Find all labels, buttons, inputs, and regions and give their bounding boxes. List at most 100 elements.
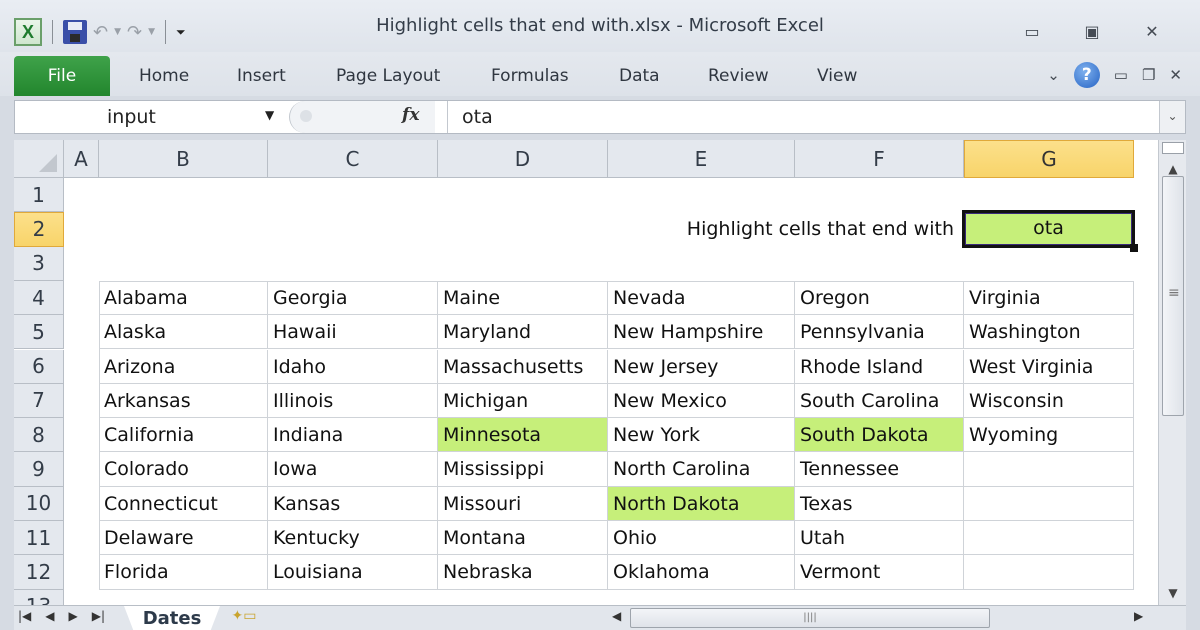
row-header-13[interactable]: 13 bbox=[14, 589, 64, 605]
table-cell[interactable]: Oklahoma bbox=[608, 555, 795, 590]
tab-home[interactable]: Home bbox=[139, 66, 189, 86]
table-cell[interactable]: Minnesota bbox=[438, 418, 608, 453]
tab-file[interactable]: File bbox=[14, 56, 110, 96]
column-header-g[interactable]: G bbox=[964, 140, 1134, 178]
column-header-c[interactable]: C bbox=[268, 140, 438, 178]
table-cell[interactable]: New Mexico bbox=[608, 383, 795, 419]
input-cell-g2[interactable]: ota bbox=[962, 210, 1135, 248]
table-cell[interactable]: Montana bbox=[438, 521, 608, 556]
sheet-tab-dates[interactable]: Dates bbox=[124, 606, 220, 630]
minimize-ribbon-icon[interactable]: ⌄ bbox=[1047, 66, 1060, 84]
table-cell[interactable]: South Dakota bbox=[795, 418, 964, 453]
scroll-up-icon[interactable]: ▲ bbox=[1159, 162, 1187, 176]
table-cell[interactable]: Massachusetts bbox=[438, 349, 608, 384]
insert-sheet-icon[interactable]: ✦▭ bbox=[224, 608, 264, 630]
row-header-5[interactable]: 5 bbox=[14, 315, 64, 350]
row-header-12[interactable]: 12 bbox=[14, 555, 64, 590]
first-sheet-icon[interactable]: |◀ bbox=[18, 609, 31, 623]
table-cell[interactable]: Colorado bbox=[99, 452, 268, 487]
column-header-b[interactable]: B bbox=[99, 140, 268, 178]
close-icon[interactable]: ✕ bbox=[1122, 22, 1182, 41]
table-cell[interactable]: New York bbox=[608, 418, 795, 453]
scroll-right-icon[interactable]: ▶ bbox=[1134, 609, 1143, 623]
table-cell[interactable]: Nevada bbox=[608, 280, 795, 316]
table-cell[interactable]: North Carolina bbox=[608, 452, 795, 487]
table-cell[interactable]: Oregon bbox=[795, 280, 964, 316]
table-cell[interactable]: Illinois bbox=[268, 383, 438, 419]
restore-icon[interactable]: ▣ bbox=[1062, 22, 1122, 41]
table-cell[interactable]: Rhode Island bbox=[795, 349, 964, 384]
table-cell[interactable]: Alabama bbox=[99, 280, 268, 316]
table-cell[interactable]: South Carolina bbox=[795, 383, 964, 419]
table-cell[interactable]: Virginia bbox=[964, 280, 1134, 316]
table-cell[interactable]: Indiana bbox=[268, 418, 438, 453]
table-cell[interactable]: Kansas bbox=[268, 486, 438, 521]
scroll-left-icon[interactable]: ◀ bbox=[612, 609, 621, 623]
table-cell[interactable]: Michigan bbox=[438, 383, 608, 419]
fill-handle[interactable] bbox=[1130, 243, 1138, 252]
table-cell[interactable]: Washington bbox=[964, 315, 1134, 350]
table-cell[interactable]: Pennsylvania bbox=[795, 315, 964, 350]
table-cell[interactable]: Iowa bbox=[268, 452, 438, 487]
select-all-button[interactable] bbox=[14, 140, 64, 178]
table-cell[interactable]: West Virginia bbox=[964, 349, 1134, 384]
vertical-scroll-thumb[interactable] bbox=[1162, 176, 1184, 416]
row-header-2[interactable]: 2 bbox=[14, 212, 64, 247]
formula-input[interactable]: ota bbox=[447, 101, 493, 133]
table-cell[interactable]: Maryland bbox=[438, 315, 608, 350]
table-cell[interactable]: Arkansas bbox=[99, 383, 268, 419]
table-cell[interactable]: Georgia bbox=[268, 280, 438, 316]
row-header-3[interactable]: 3 bbox=[14, 246, 64, 281]
resize-handle[interactable] bbox=[300, 110, 312, 122]
table-cell[interactable]: Hawaii bbox=[268, 315, 438, 350]
table-cell[interactable]: Vermont bbox=[795, 555, 964, 590]
row-header-10[interactable]: 10 bbox=[14, 486, 64, 521]
workbook-close-icon[interactable]: ✕ bbox=[1169, 66, 1182, 84]
tab-view[interactable]: View bbox=[817, 66, 857, 86]
minimize-icon[interactable]: ▭ bbox=[1002, 22, 1062, 41]
column-header-d[interactable]: D bbox=[438, 140, 608, 178]
column-header-f[interactable]: F bbox=[795, 140, 964, 178]
table-cell[interactable]: California bbox=[99, 418, 268, 453]
scroll-down-icon[interactable]: ▼ bbox=[1159, 586, 1187, 600]
workbook-minimize-icon[interactable]: ▭ bbox=[1114, 66, 1128, 84]
table-cell[interactable]: Arizona bbox=[99, 349, 268, 384]
table-cell[interactable]: New Hampshire bbox=[608, 315, 795, 350]
row-header-9[interactable]: 9 bbox=[14, 452, 64, 487]
table-cell[interactable]: Texas bbox=[795, 486, 964, 521]
tab-formulas[interactable]: Formulas bbox=[491, 66, 569, 86]
table-cell[interactable]: Connecticut bbox=[99, 486, 268, 521]
row-header-1[interactable]: 1 bbox=[14, 178, 64, 213]
table-cell[interactable] bbox=[964, 452, 1134, 487]
row-header-11[interactable]: 11 bbox=[14, 521, 64, 556]
table-cell[interactable] bbox=[964, 555, 1134, 590]
table-cell[interactable] bbox=[964, 521, 1134, 556]
prev-sheet-icon[interactable]: ◀ bbox=[45, 609, 54, 623]
tab-page-layout[interactable]: Page Layout bbox=[336, 66, 440, 86]
tab-review[interactable]: Review bbox=[708, 66, 769, 86]
table-cell[interactable]: Delaware bbox=[99, 521, 268, 556]
workbook-restore-icon[interactable]: ❐ bbox=[1142, 66, 1155, 84]
help-icon[interactable]: ? bbox=[1073, 62, 1100, 88]
table-cell[interactable]: Nebraska bbox=[438, 555, 608, 590]
last-sheet-icon[interactable]: ▶| bbox=[92, 609, 105, 623]
table-cell[interactable] bbox=[964, 486, 1134, 521]
table-cell[interactable]: Utah bbox=[795, 521, 964, 556]
row-header-7[interactable]: 7 bbox=[14, 383, 64, 419]
row-header-6[interactable]: 6 bbox=[14, 349, 64, 384]
row-header-8[interactable]: 8 bbox=[14, 418, 64, 453]
table-cell[interactable]: Ohio bbox=[608, 521, 795, 556]
table-cell[interactable]: Wyoming bbox=[964, 418, 1134, 453]
insert-function-icon[interactable]: fx bbox=[402, 105, 419, 125]
table-cell[interactable]: Maine bbox=[438, 280, 608, 316]
expand-formula-bar-icon[interactable]: ⌄ bbox=[1159, 101, 1185, 133]
horizontal-scrollbar[interactable]: ◀ |||| ▶ bbox=[594, 608, 1154, 628]
name-box[interactable]: input ▼ bbox=[15, 101, 287, 133]
split-box[interactable] bbox=[1162, 142, 1184, 154]
table-cell[interactable]: North Dakota bbox=[608, 486, 795, 521]
tab-insert[interactable]: Insert bbox=[237, 66, 286, 86]
column-header-e[interactable]: E bbox=[608, 140, 795, 178]
table-cell[interactable]: Alaska bbox=[99, 315, 268, 350]
table-cell[interactable]: New Jersey bbox=[608, 349, 795, 384]
next-sheet-icon[interactable]: ▶ bbox=[69, 609, 78, 623]
